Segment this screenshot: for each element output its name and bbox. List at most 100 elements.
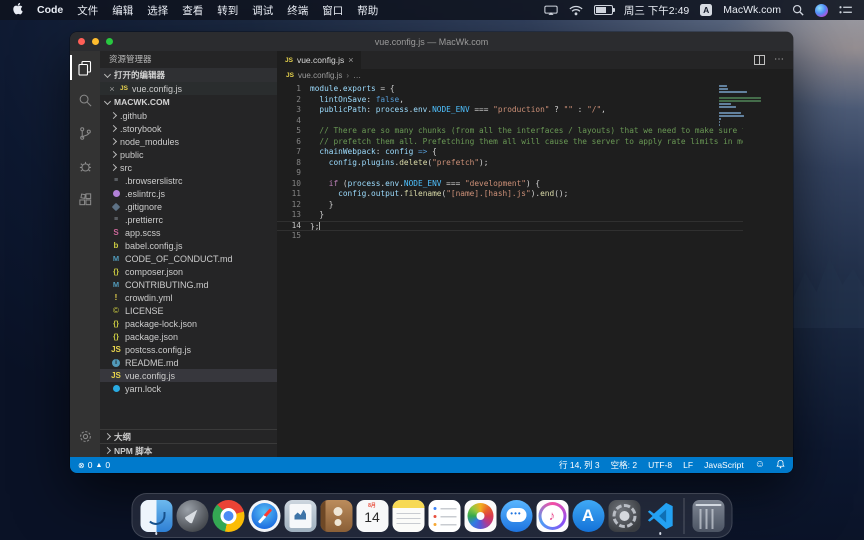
wifi-icon[interactable] xyxy=(569,5,583,16)
spotlight-search-icon[interactable] xyxy=(792,4,804,16)
dock-item-trash[interactable] xyxy=(692,498,725,534)
folder-node_modules[interactable]: node_modules xyxy=(100,135,277,148)
debug-activity-icon[interactable] xyxy=(70,150,100,183)
menu-item-转到[interactable]: 转到 xyxy=(217,3,238,18)
code-line-5[interactable]: 5 // There are so many chunks (from all … xyxy=(277,126,743,137)
search-activity-icon[interactable] xyxy=(70,84,100,117)
notification-center-icon[interactable] xyxy=(839,5,852,15)
manage-gear-icon[interactable] xyxy=(70,420,100,453)
root-folder-section[interactable]: MACWK.COM xyxy=(100,95,277,109)
status-indentation[interactable]: 空格: 2 xyxy=(611,459,637,471)
code-line-12[interactable]: 12 } xyxy=(277,200,743,211)
dock-item-syspref[interactable] xyxy=(608,498,641,534)
menu-account[interactable]: MacWk.com xyxy=(723,4,781,16)
file-vue.config.js[interactable]: JSvue.config.js xyxy=(100,369,277,382)
more-actions-icon[interactable]: ⋯ xyxy=(774,56,784,64)
dock-item-calendar[interactable]: 8月14 xyxy=(356,498,389,534)
code-line-4[interactable]: 4 xyxy=(277,116,743,127)
dock-item-reminders[interactable] xyxy=(428,498,461,534)
folder-.github[interactable]: .github xyxy=(100,109,277,122)
status-cursor-position[interactable]: 行 14, 列 3 xyxy=(559,459,600,471)
menu-app-name[interactable]: Code xyxy=(37,4,63,16)
breadcrumb[interactable]: JS vue.config.js › … xyxy=(277,69,793,82)
menu-clock[interactable]: 周三 下午2:49 xyxy=(624,3,689,18)
dock-item-contacts[interactable] xyxy=(320,498,353,534)
close-window-button[interactable] xyxy=(78,38,85,45)
file-.browserslistrc[interactable]: ≡.browserslistrc xyxy=(100,174,277,187)
minimap[interactable] xyxy=(719,85,765,130)
section-大纲[interactable]: 大纲 xyxy=(100,429,277,443)
close-tab-icon[interactable]: × xyxy=(348,55,353,65)
source-control-activity-icon[interactable] xyxy=(70,117,100,150)
file-.eslintrc.js[interactable]: .eslintrc.js xyxy=(100,187,277,200)
dock-item-safari[interactable] xyxy=(248,498,281,534)
explorer-activity-icon[interactable] xyxy=(70,51,100,84)
open-editor-item[interactable]: × JS vue.config.js xyxy=(100,82,277,95)
dock-item-notes[interactable] xyxy=(392,498,425,534)
file-package.json[interactable]: {}package.json xyxy=(100,330,277,343)
menu-item-文件[interactable]: 文件 xyxy=(77,3,98,18)
file-app.scss[interactable]: Sapp.scss xyxy=(100,226,277,239)
status-eol[interactable]: LF xyxy=(683,460,693,470)
code-line-7[interactable]: 7 chainWebpack: config => { xyxy=(277,147,743,158)
dock-item-vscode[interactable] xyxy=(644,498,677,534)
file-crowdin.yml[interactable]: !crowdin.yml xyxy=(100,291,277,304)
breadcrumb-more[interactable]: … xyxy=(353,71,361,80)
code-line-15[interactable]: 15 xyxy=(277,231,743,242)
apple-logo-icon[interactable] xyxy=(12,2,23,18)
minimize-window-button[interactable] xyxy=(92,38,99,45)
notifications-bell-icon[interactable] xyxy=(776,459,785,471)
code-editor[interactable]: 1module.exports = {2 lintOnSave: false,3… xyxy=(277,82,793,457)
breadcrumb-file[interactable]: vue.config.js xyxy=(298,71,342,80)
siri-icon[interactable] xyxy=(815,4,828,17)
file-package-lock.json[interactable]: {}package-lock.json xyxy=(100,317,277,330)
code-line-8[interactable]: 8 config.plugins.delete("prefetch"); xyxy=(277,158,743,169)
file-yarn.lock[interactable]: yarn.lock xyxy=(100,382,277,395)
file-README.md[interactable]: iREADME.md xyxy=(100,356,277,369)
folder-.storybook[interactable]: .storybook xyxy=(100,122,277,135)
file-composer.json[interactable]: {}composer.json xyxy=(100,265,277,278)
code-line-11[interactable]: 11 config.output.filename("[name].[hash]… xyxy=(277,189,743,200)
dock-item-itunes[interactable] xyxy=(536,498,569,534)
file-babel.config.js[interactable]: bbabel.config.js xyxy=(100,239,277,252)
window-titlebar[interactable]: vue.config.js — MacWk.com xyxy=(70,32,793,51)
tab-vue-config[interactable]: JS vue.config.js × xyxy=(277,51,361,69)
open-editors-section[interactable]: 打开的编辑器 xyxy=(100,68,277,82)
extensions-activity-icon[interactable] xyxy=(70,183,100,216)
close-editor-icon[interactable]: × xyxy=(108,84,116,94)
input-method-icon[interactable]: A xyxy=(700,4,712,16)
dock-item-finder[interactable] xyxy=(140,498,173,534)
folder-public[interactable]: public xyxy=(100,148,277,161)
code-line-3[interactable]: 3 publicPath: process.env.NODE_ENV === "… xyxy=(277,105,743,116)
split-editor-icon[interactable] xyxy=(754,55,765,65)
code-line-13[interactable]: 13 } xyxy=(277,210,743,221)
problems-indicator[interactable]: ⊗ 0 ▲ 0 xyxy=(78,460,110,470)
dock-item-photos[interactable] xyxy=(464,498,497,534)
menu-item-窗口[interactable]: 窗口 xyxy=(322,3,343,18)
code-line-14[interactable]: 14}; xyxy=(277,221,743,232)
code-line-1[interactable]: 1module.exports = { xyxy=(277,84,743,95)
section-NPM 脚本[interactable]: NPM 脚本 xyxy=(100,443,277,457)
file-.prettierrc[interactable]: ≡.prettierrc xyxy=(100,213,277,226)
zoom-window-button[interactable] xyxy=(106,38,113,45)
menu-item-帮助[interactable]: 帮助 xyxy=(357,3,378,18)
code-line-9[interactable]: 9 xyxy=(277,168,743,179)
menu-item-查看[interactable]: 查看 xyxy=(182,3,203,18)
airplay-display-icon[interactable] xyxy=(544,5,558,16)
file-.gitignore[interactable]: .gitignore xyxy=(100,200,277,213)
menu-item-调试[interactable]: 调试 xyxy=(252,3,273,18)
feedback-smiley-icon[interactable]: ☺ xyxy=(755,460,765,470)
battery-icon[interactable] xyxy=(594,5,613,15)
dock-item-launchpad[interactable] xyxy=(176,498,209,534)
code-line-2[interactable]: 2 lintOnSave: false, xyxy=(277,95,743,106)
menu-item-选择[interactable]: 选择 xyxy=(147,3,168,18)
folder-src[interactable]: src xyxy=(100,161,277,174)
dock-item-appstore[interactable] xyxy=(572,498,605,534)
file-CODE_OF_CONDUCT.md[interactable]: MCODE_OF_CONDUCT.md xyxy=(100,252,277,265)
status-encoding[interactable]: UTF-8 xyxy=(648,460,672,470)
file-CONTRIBUTING.md[interactable]: MCONTRIBUTING.md xyxy=(100,278,277,291)
menu-item-终端[interactable]: 终端 xyxy=(287,3,308,18)
status-language[interactable]: JavaScript xyxy=(704,460,744,470)
dock-item-messages[interactable] xyxy=(500,498,533,534)
dock-item-chrome[interactable] xyxy=(212,498,245,534)
